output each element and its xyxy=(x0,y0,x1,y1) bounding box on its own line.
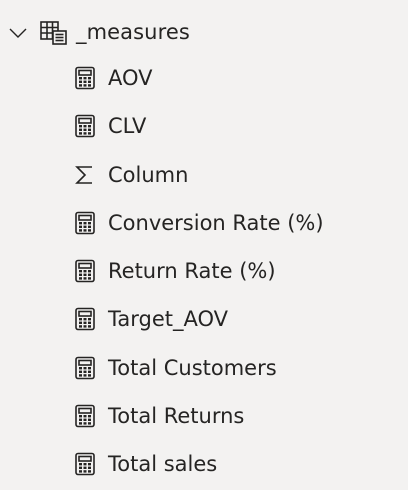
calculator-icon xyxy=(74,404,96,428)
calculator-icon xyxy=(74,356,96,380)
table-icon xyxy=(40,20,70,46)
field-item-aov[interactable]: AOV xyxy=(0,55,408,103)
field-label: CLV xyxy=(108,114,147,139)
calculator-icon xyxy=(74,307,96,331)
field-label: Column xyxy=(108,162,189,187)
calculator-icon xyxy=(74,66,96,90)
chevron-down-icon[interactable] xyxy=(8,23,28,43)
field-item-total-customers[interactable]: Total Customers xyxy=(0,345,408,393)
field-label: Total Customers xyxy=(108,355,277,380)
field-label: Return Rate (%) xyxy=(108,259,276,284)
field-list: AOV CLV Column Conversion Rate (%) Retur… xyxy=(0,55,408,490)
calculator-icon xyxy=(74,211,96,235)
table-name: _measures xyxy=(76,20,190,44)
field-label: Total Returns xyxy=(108,404,245,429)
calculator-icon xyxy=(74,114,96,138)
field-label: Total sales xyxy=(108,452,218,477)
field-item-column[interactable]: Column xyxy=(0,152,408,200)
sigma-icon xyxy=(74,163,96,187)
fields-tree: _measures AOV CLV Column Conversion Rate… xyxy=(0,0,408,488)
calculator-icon xyxy=(74,452,96,476)
table-node-measures[interactable]: _measures xyxy=(0,10,408,54)
field-item-return-rate[interactable]: Return Rate (%) xyxy=(0,248,408,296)
field-item-conversion-rate[interactable]: Conversion Rate (%) xyxy=(0,200,408,248)
field-label: AOV xyxy=(108,66,153,90)
field-item-clv[interactable]: CLV xyxy=(0,103,408,151)
field-label: Target_AOV xyxy=(108,307,228,332)
field-item-total-sales[interactable]: Total sales xyxy=(0,441,408,489)
field-item-target-aov[interactable]: Target_AOV xyxy=(0,296,408,344)
field-item-total-returns[interactable]: Total Returns xyxy=(0,393,408,441)
field-label: Conversion Rate (%) xyxy=(108,210,324,235)
calculator-icon xyxy=(74,259,96,283)
